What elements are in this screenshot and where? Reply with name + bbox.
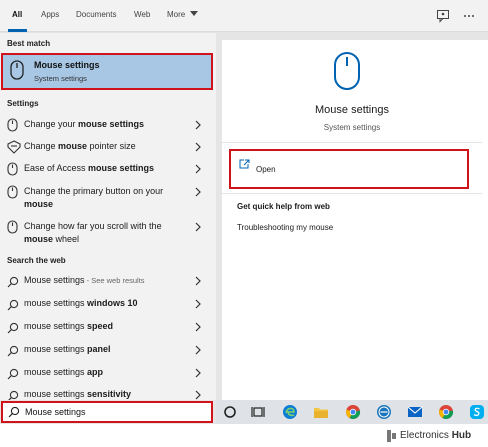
skype-icon[interactable] (469, 404, 485, 420)
web-result[interactable]: mouse settings speed (0, 320, 216, 340)
best-match-heading: Best match (7, 39, 51, 48)
tab-apps[interactable]: Apps (41, 10, 59, 19)
divider (222, 193, 482, 194)
settings-heading: Settings (7, 99, 39, 108)
open-icon (239, 159, 250, 169)
mouse-icon (7, 220, 18, 234)
chevron-right-icon (195, 222, 201, 232)
best-match-title: Mouse settings (34, 60, 100, 70)
search-icon (7, 322, 19, 334)
mouse-icon (334, 52, 360, 90)
settings-result-label: Change how far you scroll with the mouse… (24, 221, 162, 244)
web-result[interactable]: mouse settings panel (0, 343, 216, 363)
preview-title: Mouse settings (315, 104, 389, 116)
chrome-icon[interactable] (345, 404, 361, 420)
web-result-label: mouse settings sensitivity (24, 389, 132, 399)
tab-web[interactable]: Web (134, 10, 150, 19)
settings-result[interactable]: Change the primary button on your mouse (0, 184, 216, 214)
settings-result[interactable]: Change how far you scroll with the mouse… (0, 219, 216, 249)
web-result[interactable]: mouse settings windows 10 (0, 297, 216, 317)
open-button[interactable]: Open (229, 149, 469, 189)
chrome-icon[interactable] (438, 404, 454, 420)
settings-result-label: Change mouse pointer size (24, 141, 136, 151)
tab-all[interactable]: All (12, 10, 22, 19)
chevron-right-icon (195, 142, 201, 152)
settings-result-label: Change your mouse settings (24, 119, 145, 129)
dell-icon[interactable] (376, 404, 392, 420)
chevron-right-icon (195, 322, 201, 332)
task-view-icon[interactable] (250, 404, 266, 420)
web-result[interactable]: Mouse settings - See web results (0, 274, 216, 294)
mail-icon[interactable] (407, 404, 423, 420)
settings-result-label: Change the primary button on your mouse (24, 186, 164, 209)
divider (222, 142, 482, 143)
search-input[interactable] (25, 405, 205, 419)
best-match-subtitle: System settings (34, 74, 87, 83)
search-web-heading: Search the web (7, 256, 66, 265)
chevron-right-icon (195, 120, 201, 130)
caret-down-icon (190, 11, 199, 16)
search-icon (8, 406, 20, 418)
search-box[interactable] (1, 401, 213, 423)
more-options-icon[interactable] (462, 9, 476, 23)
cortana-icon[interactable] (222, 404, 238, 420)
feedback-icon[interactable] (436, 9, 450, 23)
web-result[interactable]: mouse settings app (0, 366, 216, 386)
search-icon (8, 390, 19, 400)
help-heading: Get quick help from web (237, 202, 330, 211)
settings-result-label: Ease of Access mouse settings (24, 163, 155, 173)
settings-result[interactable]: Change your mouse settings (0, 117, 216, 137)
web-result-label: mouse settings panel (24, 344, 111, 354)
chevron-right-icon (195, 390, 201, 400)
toggle-icon (7, 118, 18, 132)
web-result-label: mouse settings app (24, 367, 104, 377)
search-filter-bar: All Apps Documents Web More (0, 0, 488, 32)
web-result-label: mouse settings windows 10 (24, 298, 138, 308)
active-tab-indicator (8, 29, 27, 32)
watermark-bar: Electronics Hub (0, 424, 488, 447)
chevron-right-icon (195, 276, 201, 286)
edge-icon[interactable] (282, 404, 298, 420)
preview-pane: Mouse settings System settings Open Get … (222, 40, 488, 400)
mouse-icon (10, 60, 24, 80)
chevron-right-icon (195, 164, 201, 174)
file-explorer-icon[interactable] (313, 404, 329, 420)
web-result[interactable]: mouse settings sensitivity (0, 388, 216, 400)
pointer-icon (7, 140, 21, 154)
tab-documents[interactable]: Documents (76, 10, 116, 19)
search-icon (7, 276, 19, 288)
help-link[interactable]: Troubleshooting my mouse (237, 223, 333, 232)
results-pane: Best match Mouse settings System setting… (0, 33, 216, 400)
chevron-right-icon (195, 368, 201, 378)
chevron-right-icon (195, 345, 201, 355)
preview-subtitle: System settings (323, 123, 381, 132)
taskbar (216, 400, 488, 424)
chevron-right-icon (195, 299, 201, 309)
electronics-hub-logo-icon (387, 430, 396, 442)
watermark-text: Electronics Hub (400, 430, 472, 441)
settings-result[interactable]: Change mouse pointer size (0, 139, 216, 159)
tab-more-label: More (167, 10, 186, 19)
chevron-right-icon (195, 187, 201, 197)
mouse-icon (7, 162, 18, 176)
mouse-icon (7, 185, 18, 199)
open-label: Open (256, 165, 276, 174)
search-icon (7, 368, 19, 380)
best-match-result[interactable]: Mouse settings System settings (1, 53, 213, 90)
search-icon (7, 299, 19, 311)
settings-result[interactable]: Ease of Access mouse settings (0, 161, 216, 181)
web-result-label: Mouse settings - See web results (24, 275, 145, 285)
search-icon (7, 345, 19, 357)
web-result-label: mouse settings speed (24, 321, 114, 331)
tab-more[interactable]: More (167, 10, 199, 19)
